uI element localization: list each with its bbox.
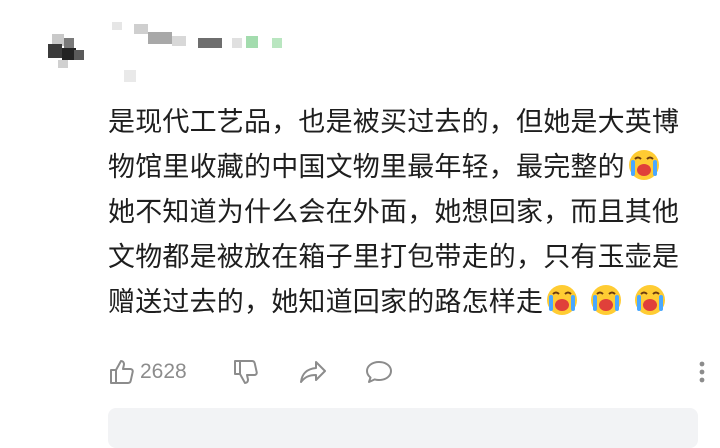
loudly-crying-face-icon <box>589 283 623 317</box>
comment-button[interactable] <box>364 352 394 392</box>
loudly-crying-face-icon <box>545 283 579 317</box>
thumbs-up-icon <box>108 358 136 386</box>
comment-line: 是现代工艺品，也是被买过去的，但她是大英博 <box>108 107 680 138</box>
like-button[interactable]: 2628 <box>108 352 187 392</box>
comment-bubble-icon <box>364 358 394 386</box>
share-button[interactable] <box>298 352 328 392</box>
reply-box[interactable] <box>108 408 698 448</box>
thumbs-down-icon <box>232 358 260 386</box>
share-arrow-icon <box>298 358 328 386</box>
more-button[interactable] <box>696 352 708 392</box>
avatar[interactable] <box>44 30 90 74</box>
like-count: 2628 <box>140 360 187 383</box>
comment-line: 物馆里收藏的中国文物里最年轻，最完整的 <box>108 145 708 190</box>
comment-text: 是现代工艺品，也是被买过去的，但她是大英博 物馆里收藏的中国文物里最年轻，最完整… <box>108 100 708 325</box>
comment-line: 赠送过去的，她知道回家的路怎样走 <box>108 280 708 325</box>
comment-line: 文物都是被放在箱子里打包带走的，只有玉壶是 <box>108 242 680 273</box>
dislike-button[interactable] <box>232 352 260 392</box>
loudly-crying-face-icon <box>633 283 667 317</box>
loudly-crying-face-icon <box>627 148 661 182</box>
more-vertical-icon <box>696 358 708 386</box>
comment-actions: 2628 <box>108 352 708 392</box>
username-blurred[interactable] <box>112 20 312 90</box>
comment-line: 她不知道为什么会在外面，她想回家，而且其他 <box>108 197 680 228</box>
